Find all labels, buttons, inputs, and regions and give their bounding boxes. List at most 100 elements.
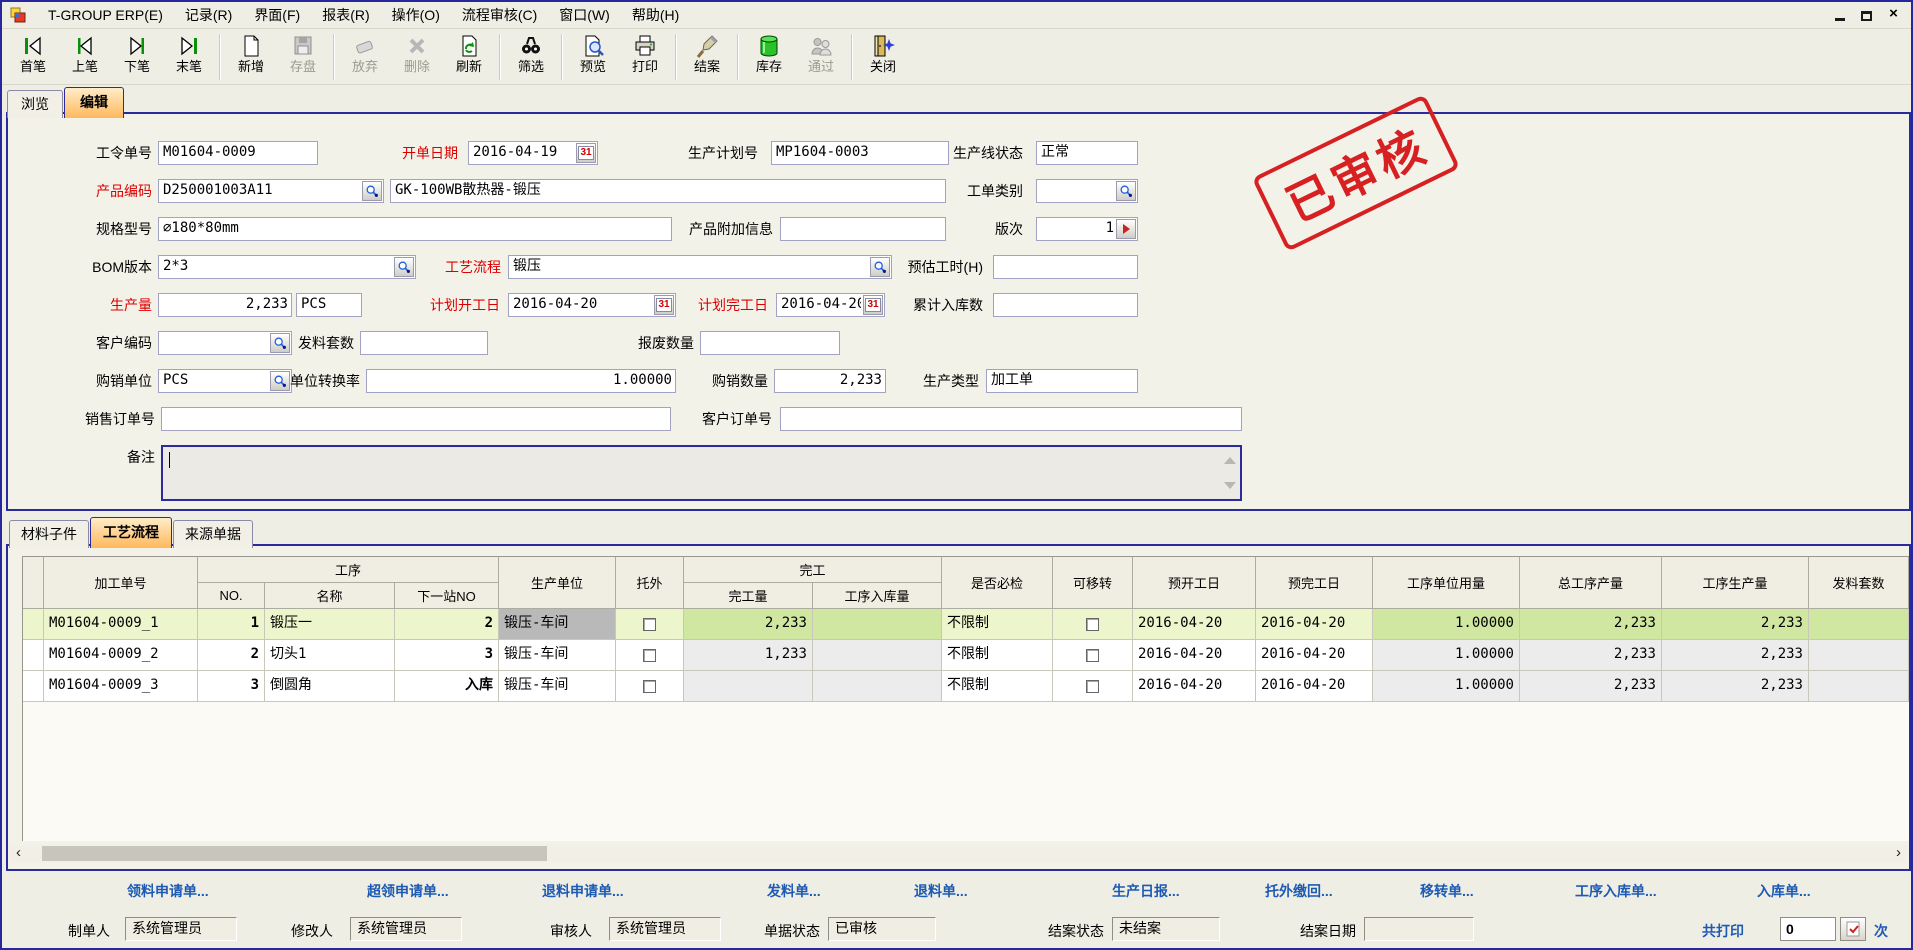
link-return-request[interactable]: 退料申请单... [542,881,624,901]
toolbar-refresh[interactable]: 刷新 [443,33,495,83]
cell-total-output[interactable]: 2,233 [1520,640,1662,671]
scrollbar-thumb[interactable] [42,846,547,861]
cell-done-qty[interactable]: 1,233 [684,640,813,671]
cell-pre-end[interactable]: 2016-04-20 [1256,671,1373,702]
toolbar-first-record[interactable]: 首笔 [7,33,59,83]
scrap-qty-field[interactable] [700,331,840,355]
cell-in-qty[interactable] [813,671,942,702]
scroll-up-icon[interactable] [1224,457,1236,464]
calendar-icon[interactable]: 31 [576,143,596,163]
lookup-icon[interactable] [270,333,290,353]
cell-transferable[interactable] [1053,671,1133,702]
toolbar-inventory[interactable]: 库存 [743,33,795,83]
link-inbound-doc[interactable]: 入库单... [1757,881,1811,901]
row-indicator[interactable] [23,609,44,640]
cell-order-no[interactable]: M01604-0009_1 [44,609,198,640]
lookup-icon[interactable] [1116,181,1136,201]
cell-total-output[interactable]: 2,233 [1520,609,1662,640]
cell-done-qty[interactable] [684,671,813,702]
transferable-checkbox[interactable] [1086,649,1099,662]
tab-source-docs[interactable]: 来源单据 [173,520,253,548]
lookup-icon[interactable] [394,257,414,277]
remark-textarea[interactable] [161,445,1242,501]
version-field[interactable]: 1 [1036,217,1138,241]
link-over-request[interactable]: 超领申请单... [367,881,449,901]
lookup-icon[interactable] [362,181,382,201]
transferable-checkbox[interactable] [1086,680,1099,693]
sales-order-field[interactable] [161,407,671,431]
cell-process-output[interactable]: 2,233 [1662,671,1809,702]
cell-outsource[interactable] [616,640,684,671]
link-process-inbound-doc[interactable]: 工序入库单... [1575,881,1657,901]
link-transfer-doc[interactable]: 移转单... [1420,881,1474,901]
cell-order-no[interactable]: M01604-0009_2 [44,640,198,671]
cell-pre-end[interactable]: 2016-04-20 [1256,640,1373,671]
scroll-right-icon[interactable]: › [1890,845,1907,862]
menu-item-app[interactable]: T-GROUP ERP(E) [37,4,174,26]
row-indicator[interactable] [23,671,44,702]
lookup-icon[interactable] [870,257,890,277]
total-in-field[interactable] [993,293,1138,317]
tab-process-flow[interactable]: 工艺流程 [90,517,172,548]
table-row[interactable]: M01604-0009_1 1 锻压一 2 锻压-车间 2,233 不限制 20… [23,609,1909,640]
prod-type-field[interactable]: 加工单 [986,369,1138,393]
toolbar-last-record[interactable]: 末笔 [163,33,215,83]
link-material-request[interactable]: 领料申请单... [127,881,209,901]
version-arrow-icon[interactable] [1116,219,1136,239]
cell-done-qty[interactable]: 2,233 [684,609,813,640]
menu-item-window[interactable]: 窗口(W) [548,2,621,28]
outsource-checkbox[interactable] [643,680,656,693]
cell-outsource[interactable] [616,609,684,640]
cell-next-no[interactable]: 2 [395,609,499,640]
cell-issue-sets[interactable] [1809,671,1909,702]
cell-transferable[interactable] [1053,609,1133,640]
table-row[interactable]: M01604-0009_2 2 切头1 3 锻压-车间 1,233 不限制 20… [23,640,1909,671]
prod-qty-field[interactable]: 2,233 [158,293,292,317]
calendar-icon[interactable]: 31 [654,295,674,315]
calendar-icon[interactable]: 31 [863,295,883,315]
cell-pre-start[interactable]: 2016-04-20 [1133,609,1256,640]
plan-end-field[interactable]: 2016-04-2031 [776,293,885,317]
process-flow-field[interactable]: 锻压 [508,255,892,279]
sales-unit-field[interactable]: PCS [158,369,292,393]
outsource-checkbox[interactable] [643,618,656,631]
toolbar-close-case[interactable]: 结案 [681,33,733,83]
cell-outsource[interactable] [616,671,684,702]
cell-order-no[interactable]: M01604-0009_3 [44,671,198,702]
customer-code-field[interactable] [158,331,292,355]
cell-process-output[interactable]: 2,233 [1662,609,1809,640]
menu-item-workflow[interactable]: 流程审核(C) [451,2,548,28]
table-row[interactable]: M01604-0009_3 3 倒圆角 入库 锻压-车间 不限制 2016-04… [23,671,1909,702]
cell-transferable[interactable] [1053,640,1133,671]
toolbar-close[interactable]: 关闭 [857,33,909,83]
cell-pre-start[interactable]: 2016-04-20 [1133,671,1256,702]
toolbar-filter[interactable]: 筛选 [505,33,557,83]
product-name-field[interactable]: GK-100WB散热器-锻压 [390,179,946,203]
menu-item-help[interactable]: 帮助(H) [621,2,690,28]
toolbar-preview[interactable]: 预览 [567,33,619,83]
spec-field[interactable]: ∅180*80mm [158,217,672,241]
cell-unit-usage[interactable]: 1.00000 [1373,640,1520,671]
bom-version-field[interactable]: 2*3 [158,255,416,279]
tab-browse[interactable]: 浏览 [7,90,63,118]
cell-no[interactable]: 2 [198,640,265,671]
cell-name[interactable]: 切头1 [265,640,395,671]
sales-qty-field[interactable]: 2,233 [774,369,886,393]
cell-issue-sets[interactable] [1809,609,1909,640]
cell-must-check[interactable]: 不限制 [942,609,1053,640]
cell-unit[interactable]: 锻压-车间 [499,640,616,671]
toolbar-print[interactable]: 打印 [619,33,671,83]
link-return-doc[interactable]: 退料单... [914,881,968,901]
est-hours-field[interactable] [993,255,1138,279]
cell-unit-usage[interactable]: 1.00000 [1373,671,1520,702]
close-window-button[interactable]: × [1886,7,1901,21]
print-count-input[interactable]: 0 [1780,917,1836,941]
restore-button[interactable] [1859,7,1874,21]
cell-name[interactable]: 倒圆角 [265,671,395,702]
tab-edit[interactable]: 编辑 [64,87,124,118]
unit-field[interactable]: PCS [296,293,362,317]
tab-materials[interactable]: 材料子件 [9,520,89,548]
cell-unit-usage[interactable]: 1.00000 [1373,609,1520,640]
print-count-button[interactable] [1840,917,1866,941]
toolbar-new[interactable]: 新增 [225,33,277,83]
